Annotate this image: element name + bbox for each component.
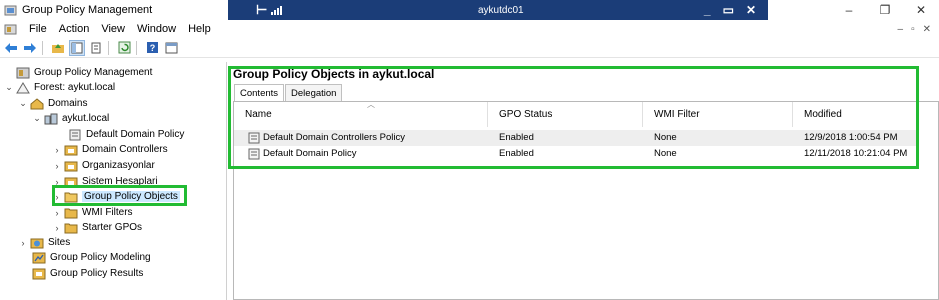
tree-item-label: Default Domain Policy (86, 129, 185, 140)
signal-strength-icon[interactable] (271, 5, 283, 15)
tree-item-aykut-local[interactable]: ⌄ aykut.local (32, 111, 109, 126)
refresh-icon[interactable] (116, 40, 132, 56)
back-icon[interactable] (3, 40, 19, 56)
window-controls: – ❐ ✕ (831, 0, 939, 20)
forest-icon (16, 81, 30, 93)
show-tree-icon[interactable] (69, 39, 85, 56)
menu-view[interactable]: View (95, 23, 131, 35)
domain-icon (44, 113, 58, 124)
menu-action[interactable]: Action (53, 23, 96, 35)
results-icon (32, 268, 46, 279)
mdi-close-button[interactable]: ✕ (923, 24, 931, 35)
mdi-restore-button[interactable]: ▫ (911, 24, 915, 35)
tree-item-gpm-root[interactable]: Group Policy Management (4, 65, 152, 80)
minimize-button[interactable]: – (831, 0, 867, 20)
console-icon[interactable] (163, 40, 179, 56)
sites-icon (30, 238, 44, 248)
tree-highlight-box (52, 185, 187, 206)
chevron-right-icon[interactable]: › (52, 208, 62, 218)
console-menu-icon[interactable] (4, 23, 17, 36)
remote-host-name: aykutdc01 (478, 4, 524, 16)
remote-connection-bar: ⊢ aykutdc01 _ ▭ ✕ (228, 0, 768, 20)
menu-help[interactable]: Help (182, 23, 217, 35)
remote-minimize-button[interactable]: _ (704, 3, 711, 17)
tree-item-organizasyonlar[interactable]: › Organizasyonlar (52, 158, 155, 173)
tree-item-label: Forest: aykut.local (34, 82, 116, 93)
tree-item-label: Group Policy Modeling (50, 252, 151, 263)
wmi-folder-icon (64, 208, 78, 218)
toolbar: ? (0, 38, 939, 58)
modeling-icon (32, 252, 46, 263)
tree-item-default-domain-policy[interactable]: Default Domain Policy (56, 127, 184, 142)
close-button[interactable]: ✕ (903, 0, 939, 20)
tree-item-label: WMI Filters (82, 207, 133, 218)
starter-folder-icon (64, 223, 78, 233)
tree-item-label: Group Policy Management (34, 67, 153, 78)
chevron-right-icon[interactable]: › (52, 145, 62, 155)
tree-item-gp-modeling[interactable]: Group Policy Modeling (20, 250, 151, 265)
tree-item-label: Domain Controllers (82, 144, 168, 155)
tree-item-sites[interactable]: › Sites (18, 235, 70, 250)
gpm-icon (16, 67, 30, 78)
gpm-app-icon (4, 5, 17, 15)
mdi-minimize-button[interactable]: – (898, 24, 904, 35)
details-highlight-box (228, 66, 919, 169)
tree-item-starter-gpos[interactable]: › Starter GPOs (52, 220, 142, 235)
toolbar-separator (42, 40, 43, 55)
mdi-controls: – ▫ ✕ (898, 24, 932, 35)
chevron-right-icon[interactable]: › (52, 161, 62, 171)
chevron-right-icon[interactable]: › (18, 238, 28, 248)
domains-icon (30, 97, 44, 109)
ou-icon (64, 161, 78, 171)
gpo-link-icon (69, 129, 81, 140)
svg-text:?: ? (149, 43, 155, 53)
tree-item-wmi-filters[interactable]: › WMI Filters (52, 205, 133, 220)
tree-item-forest[interactable]: ⌄ Forest: aykut.local (4, 80, 115, 95)
tree-item-label: Domains (48, 98, 88, 109)
up-folder-icon[interactable] (50, 40, 66, 56)
chevron-right-icon[interactable]: › (52, 223, 62, 233)
menu-window[interactable]: Window (131, 23, 182, 35)
toolbar-separator (136, 40, 137, 55)
chevron-down-icon[interactable]: ⌄ (18, 98, 28, 109)
forward-icon[interactable] (22, 40, 38, 56)
chevron-down-icon[interactable]: ⌄ (32, 113, 42, 124)
tree-item-label: Group Policy Results (50, 268, 144, 279)
tree-item-domain-controllers[interactable]: › Domain Controllers (52, 142, 168, 157)
tree-item-label: aykut.local (62, 113, 110, 124)
remote-close-button[interactable]: ✕ (746, 3, 756, 17)
tree-item-domains[interactable]: ⌄ Domains (18, 96, 87, 111)
properties-icon[interactable] (88, 40, 104, 56)
console-tree: Group Policy Management ⌄ Forest: aykut.… (0, 62, 227, 300)
ou-icon (64, 145, 78, 155)
chevron-down-icon[interactable]: ⌄ (4, 82, 14, 93)
menu-bar: File Action View Window Help – ▫ ✕ (0, 20, 939, 38)
menu-file[interactable]: File (23, 23, 53, 35)
toolbar-separator (108, 40, 109, 55)
tree-item-label: Sites (48, 237, 71, 248)
window-title: Group Policy Management (22, 4, 153, 16)
tree-item-gp-results[interactable]: Group Policy Results (20, 266, 143, 281)
pin-icon[interactable]: ⊢ (256, 2, 267, 18)
tree-item-label: Organizasyonlar (82, 160, 155, 171)
tree-item-label: Starter GPOs (82, 222, 143, 233)
restore-button[interactable]: ❐ (867, 0, 903, 20)
help-icon[interactable]: ? (144, 40, 160, 56)
remote-restore-button[interactable]: ▭ (723, 3, 734, 17)
remote-bar-controls: _ ▭ ✕ (704, 3, 756, 17)
